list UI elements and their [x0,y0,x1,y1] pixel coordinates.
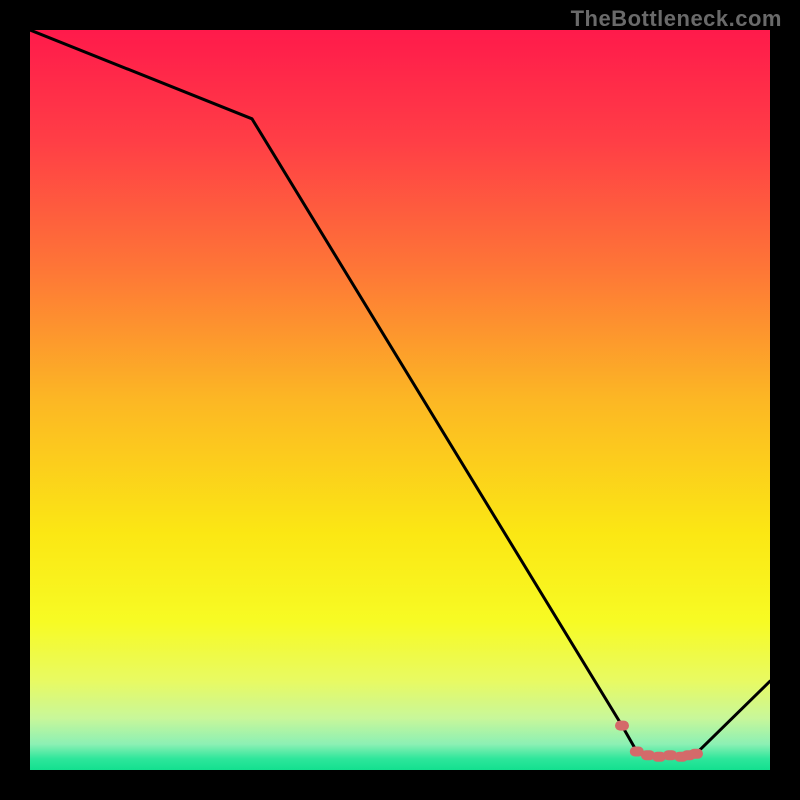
chart-svg [30,30,770,770]
curve-marker [615,721,629,731]
plot-area [30,30,770,770]
chart-stage: TheBottleneck.com [0,0,800,800]
watermark-text: TheBottleneck.com [571,6,782,32]
curve-marker [689,749,703,759]
gradient-background [30,30,770,770]
